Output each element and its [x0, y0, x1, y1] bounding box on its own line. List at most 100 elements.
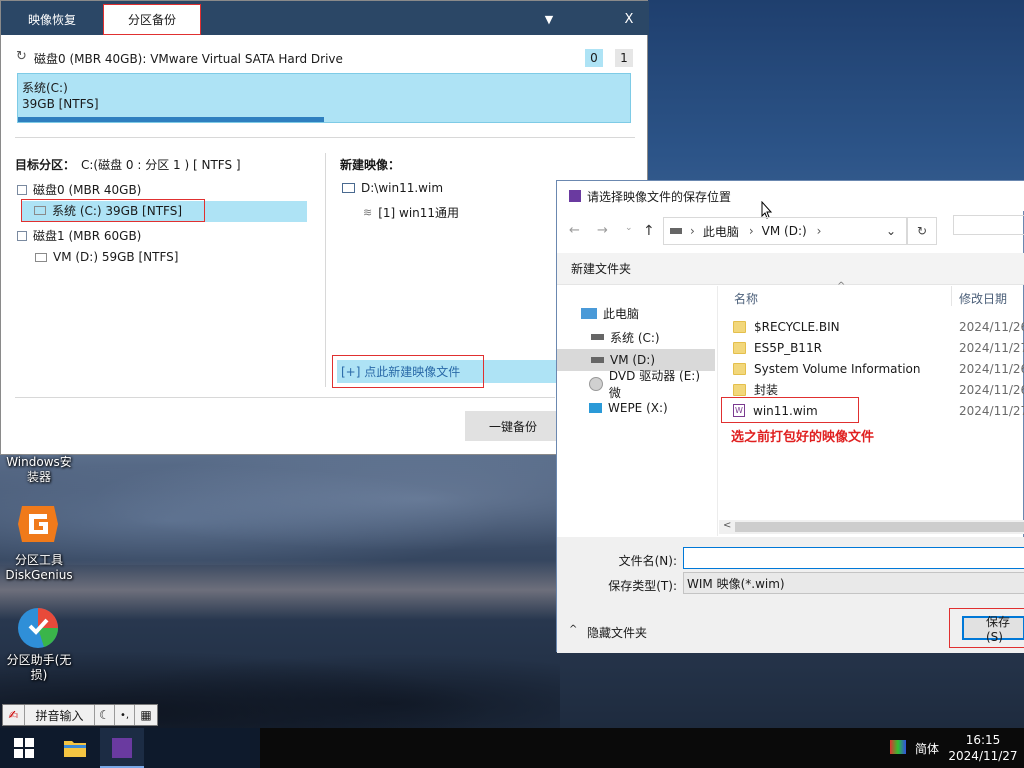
- file-row-wim[interactable]: W win11.wim 2024/11/27: [733, 400, 1024, 421]
- keyboard-icon[interactable]: ▦: [135, 705, 157, 725]
- nav-item-dvd-drive[interactable]: DVD 驱动器 (E:) 微: [557, 369, 715, 400]
- backup-main-window: 映像恢复 分区备份 ▼ X ↻ 磁盘0 (MBR 40GB): VMware V…: [0, 0, 649, 455]
- refresh-icon[interactable]: ↻: [16, 49, 27, 64]
- tree-disk1[interactable]: 磁盘1 (MBR 60GB): [17, 227, 141, 244]
- desktop-icon-diskgenius[interactable]: 分区工具DiskGenius: [2, 553, 76, 583]
- chevron-right-icon: ›: [748, 224, 754, 238]
- file-row[interactable]: ES5P_B11R 2024/11/27: [733, 337, 1024, 358]
- app-icon: [112, 738, 132, 758]
- address-bar[interactable]: › 此电脑 › VM (D:) › ⌄: [663, 217, 907, 245]
- nav-label: WEPE (X:): [608, 401, 668, 415]
- partition-bar[interactable]: 系统(C:) 39GB [NTFS]: [17, 73, 631, 123]
- nav-item-this-pc[interactable]: 此电脑: [557, 302, 715, 324]
- add-image-link[interactable]: [+] 点此新建映像文件: [332, 355, 484, 388]
- recent-chevron-icon[interactable]: ⌄: [625, 223, 633, 233]
- breadcrumb-item[interactable]: VM (D:): [762, 224, 807, 238]
- partition-icon: [35, 252, 47, 262]
- ime-toolbar: ✍ 拼音输入 ☾ •, ▦: [2, 704, 158, 726]
- chevron-down-icon[interactable]: ⌄: [886, 224, 896, 238]
- partition-size: 39GB [NTFS]: [22, 97, 99, 111]
- new-image-label: 新建映像：: [340, 158, 401, 172]
- save-button[interactable]: 保存(S): [962, 615, 1024, 644]
- filetype-select[interactable]: WIM 映像(*.wim): [683, 572, 1024, 594]
- tree-partition-d[interactable]: VM (D:) 59GB [NTFS]: [35, 250, 178, 264]
- windows-start-icon[interactable]: [14, 738, 34, 758]
- diskgenius-icon[interactable]: [14, 500, 62, 548]
- filename-input[interactable]: [683, 547, 1024, 569]
- clock[interactable]: 16:15 2024/11/27: [946, 732, 1020, 764]
- dropdown-icon[interactable]: ▼: [537, 7, 561, 31]
- tab-image-restore[interactable]: 映像恢复: [3, 4, 101, 35]
- image-entry-item[interactable]: ≋ [1] win11通用: [363, 204, 459, 221]
- file-row[interactable]: $RECYCLE.BIN 2024/11/26: [733, 316, 1024, 337]
- ime-mode[interactable]: 拼音输入: [25, 705, 95, 725]
- file-row[interactable]: System Volume Information 2024/11/26: [733, 358, 1024, 379]
- hide-folders-toggle[interactable]: 隐藏文件夹: [587, 624, 647, 641]
- tab-partition-backup[interactable]: 分区备份: [103, 4, 201, 35]
- sort-up-icon: ^: [837, 281, 846, 292]
- one-click-backup-button[interactable]: 一键备份: [465, 411, 561, 441]
- filetype-label: 保存类型(T):: [608, 579, 677, 593]
- file-explorer-icon[interactable]: [64, 739, 86, 757]
- forward-arrow-icon[interactable]: →: [597, 223, 608, 238]
- ime-logo-icon[interactable]: ✍: [3, 705, 25, 725]
- file-name: $RECYCLE.BIN: [754, 319, 840, 334]
- command-bar: 新建文件夹: [557, 253, 1024, 285]
- new-folder-button[interactable]: 新建文件夹: [571, 260, 631, 277]
- punctuation-icon[interactable]: •,: [115, 705, 135, 725]
- file-date: 2024/11/26: [959, 361, 1024, 376]
- refresh-button[interactable]: ↻: [907, 217, 937, 245]
- image-file-item[interactable]: D:\win11.wim: [342, 181, 443, 195]
- search-input[interactable]: [953, 215, 1024, 235]
- taskbar-right: [260, 728, 1024, 768]
- chevron-up-icon[interactable]: ^: [569, 624, 577, 635]
- nav-item-c-drive[interactable]: 系统 (C:): [557, 326, 715, 348]
- target-value: C:(磁盘 0 : 分区 1 ) [ NTFS ]: [81, 158, 241, 172]
- folder-icon: [733, 341, 746, 354]
- horizontal-scrollbar[interactable]: <: [719, 520, 1024, 534]
- partition-name: 系统(C:): [22, 81, 68, 95]
- clock-date: 2024/11/27: [948, 749, 1018, 763]
- usb-drive-icon: [589, 403, 602, 413]
- wallpaper-clouds: [0, 455, 560, 565]
- column-modified[interactable]: 修改日期: [959, 290, 1007, 307]
- disk-header: 磁盘0 (MBR 40GB): VMware Virtual SATA Hard…: [34, 52, 343, 66]
- file-date: 2024/11/27: [959, 403, 1024, 418]
- moon-icon[interactable]: ☾: [95, 705, 115, 725]
- input-language[interactable]: 简体: [915, 740, 939, 757]
- navigation-pane: 此电脑 系统 (C:) VM (D:) DVD 驱动器 (E:) 微 WEPE …: [557, 286, 717, 536]
- vertical-divider: [325, 153, 326, 387]
- tree-partition-c[interactable]: 系统 (C:) 39GB [NTFS]: [21, 199, 205, 222]
- column-name[interactable]: 名称: [734, 290, 758, 307]
- dialog-titlebar[interactable]: 请选择映像文件的保存位置: [557, 181, 1024, 211]
- color-profile-icon[interactable]: [890, 740, 906, 754]
- scroll-left-icon[interactable]: <: [723, 520, 731, 531]
- desktop-icon-windows-installer[interactable]: Windows安装器: [2, 455, 76, 485]
- dialog-title: 请选择映像文件的保存位置: [587, 189, 732, 204]
- taskbar-app-active[interactable]: [100, 728, 144, 768]
- nav-label: 此电脑: [603, 306, 640, 321]
- nav-item-wepe-drive[interactable]: WEPE (X:): [557, 397, 715, 419]
- tree-label: 系统 (C:) 39GB [NTFS]: [52, 204, 183, 218]
- close-button[interactable]: X: [617, 7, 641, 31]
- tree-disk0[interactable]: 磁盘0 (MBR 40GB): [17, 181, 141, 198]
- tab-label: 映像恢复: [27, 13, 76, 27]
- breadcrumb-item[interactable]: 此电脑: [703, 223, 739, 240]
- folder-icon: [733, 320, 746, 333]
- back-arrow-icon[interactable]: ←: [569, 223, 580, 238]
- scrollbar-thumb[interactable]: [735, 522, 1024, 532]
- tree-label: 磁盘0 (MBR 40GB): [33, 183, 142, 197]
- partition-assistant-icon[interactable]: [14, 604, 62, 652]
- divider: [15, 137, 635, 138]
- disk-1-button[interactable]: 1: [615, 49, 633, 67]
- disk-0-button[interactable]: 0: [585, 49, 603, 67]
- pane-divider: [717, 286, 718, 536]
- partition-icon: [34, 206, 46, 215]
- wim-file-icon: W: [733, 404, 745, 417]
- target-label: 目标分区：: [15, 158, 76, 172]
- up-arrow-icon[interactable]: ↑: [643, 223, 655, 239]
- folder-icon: [733, 383, 746, 396]
- chevron-right-icon: ›: [816, 224, 822, 238]
- tree-label: 磁盘1 (MBR 60GB): [33, 229, 142, 243]
- desktop-icon-partition-assistant[interactable]: 分区助手(无损): [2, 653, 76, 683]
